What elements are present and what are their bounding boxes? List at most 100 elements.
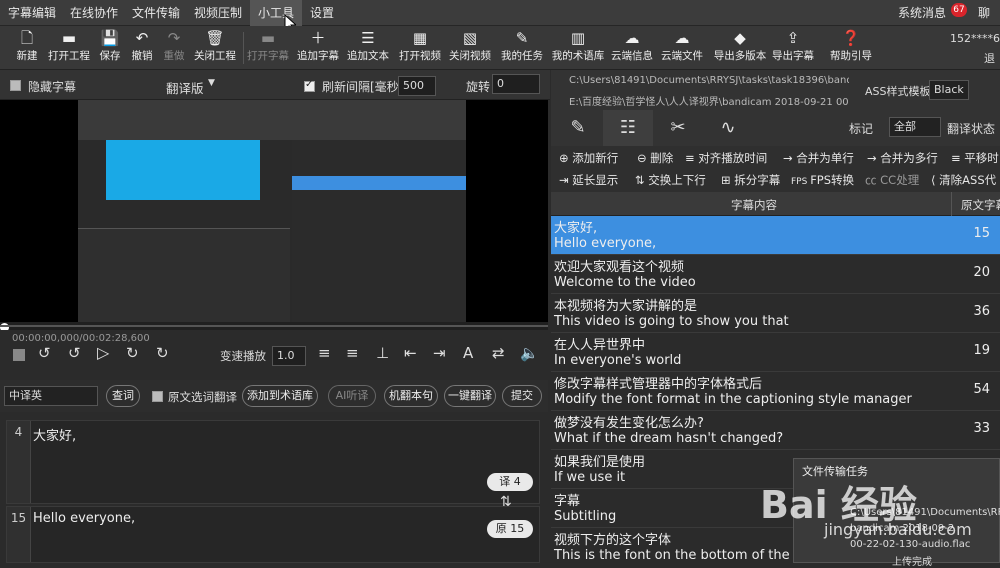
tab-tools[interactable]: ✂ (653, 110, 703, 146)
help-guide-button[interactable]: ❓ 帮助引导 (824, 28, 878, 68)
save-button[interactable]: 💾 保存 (92, 28, 128, 68)
file-path-2[interactable]: E:\百度经验\哲学怪人\人人译视界\bandicam 2018-09-21 0… (569, 93, 849, 108)
extend-display-button[interactable]: ⇥ 延长显示 (559, 172, 618, 188)
close-project-button[interactable]: 🗑 关闭工程 (192, 28, 238, 68)
undo-icon: ↶ (135, 29, 149, 47)
video-preview[interactable] (0, 100, 548, 322)
table-row[interactable]: 大家好, Hello everyone, 15 (551, 216, 1000, 255)
tab-chart[interactable]: ∿ (703, 110, 753, 146)
open-project-button[interactable]: ▬ 打开工程 (46, 28, 92, 68)
align-bottom-icon[interactable]: ⊥ (376, 344, 389, 362)
one-click-translate-button[interactable]: 一键翻译 (444, 385, 496, 407)
my-termbase-button[interactable]: ▥ 我的术语库 (550, 28, 606, 68)
volume-icon[interactable]: 🔈 (520, 344, 539, 362)
menu-video-compress[interactable]: 视频压制 (186, 0, 250, 26)
open-video-button[interactable]: ▦ 打开视频 (398, 28, 442, 68)
rewind-1s-icon[interactable]: ↺ (68, 344, 81, 362)
version-select[interactable]: 翻译版 (166, 78, 204, 97)
select-word-checkbox[interactable] (152, 391, 163, 402)
machine-translate-button[interactable]: 机翻本句 (384, 385, 438, 407)
translation-status-label[interactable]: 翻译状态 (947, 120, 995, 137)
chat-menu[interactable]: 聊天 (970, 0, 1000, 46)
redo-icon: ↷ (167, 29, 181, 47)
watermark-url: jingyan.baidu.com (824, 520, 972, 539)
align-time-button[interactable]: ≡ 对齐播放时间 (685, 150, 767, 166)
table-row[interactable]: 在人人异世界中 In everyone's world 19 (551, 333, 1000, 372)
align-middle-icon[interactable]: ≡ (346, 344, 359, 362)
hide-subtitles-checkbox[interactable] (10, 80, 21, 91)
menu-subtitle-edit[interactable]: 字幕编辑 (0, 0, 64, 26)
menu-online-collab[interactable]: 在线协作 (62, 0, 126, 26)
font-size-icon[interactable]: A (463, 344, 473, 362)
export-icon: ⇪ (786, 29, 800, 47)
translation-text[interactable]: 大家好, (33, 425, 76, 444)
player-controls: 00:00:00,000/00:02:28,600 ↺ ↺ ▷ ↻ ↻ 变速播放… (0, 330, 548, 378)
progress-bar[interactable] (0, 322, 548, 332)
add-to-termbase-button[interactable]: 添加到术语库 (242, 385, 318, 407)
redo-button[interactable]: ↷ 重做 (158, 28, 190, 68)
export-versions-button[interactable]: ◆ 导出多版本 (712, 28, 768, 68)
folder-icon: ▬ (260, 29, 276, 47)
submit-button[interactable]: 提交 (502, 385, 542, 407)
mark-filter-select[interactable]: 全部 (889, 117, 941, 137)
undo-button[interactable]: ↶ 撤销 (126, 28, 158, 68)
tab-subtitles[interactable]: ☷ (603, 110, 653, 146)
open-subtitle-button[interactable]: ▬ 打开字幕 (246, 28, 290, 68)
video-inner-selected-row (292, 176, 466, 190)
close-video-button[interactable]: ▧ 关闭视频 (448, 28, 492, 68)
delete-button[interactable]: ⊖ 删除 (637, 150, 673, 166)
cloud-info-button[interactable]: ☁ 云端信息 (610, 28, 654, 68)
new-button[interactable]: 🗋 新建 (6, 28, 48, 68)
stop-icon[interactable] (13, 349, 25, 361)
table-row[interactable]: 修改字幕样式管理器中的字体格式后 Modify the font format i… (551, 372, 1000, 411)
menu-settings[interactable]: 设置 (302, 0, 342, 26)
append-text-button[interactable]: ☰ 追加文本 (346, 28, 390, 68)
original-text[interactable]: Hello everyone, (33, 511, 135, 526)
shift-time-button[interactable]: ≡ 平移时 (951, 150, 999, 166)
translation-editor[interactable]: 4 大家好, 译 4 (6, 420, 540, 504)
table-row[interactable]: 本视频将为大家讲解的是 This video is going to show y… (551, 294, 1000, 333)
system-messages[interactable]: 系统消息 (890, 0, 954, 26)
move-left-icon[interactable]: ⇤ (404, 344, 417, 362)
split-subtitle-button[interactable]: ⊞ 拆分字幕 (721, 172, 780, 188)
add-line-button[interactable]: ⊕ 添加新行 (559, 150, 618, 166)
fps-convert-button[interactable]: FPS FPS转换 (791, 172, 854, 188)
cloud-files-button[interactable]: ☁ 云端文件 (660, 28, 704, 68)
refresh-interval-checkbox[interactable] (304, 79, 315, 92)
play-icon[interactable]: ▷ (97, 343, 109, 362)
ai-listen-button[interactable]: AI听译 (328, 385, 376, 407)
forward-3s-icon[interactable]: ↻ (156, 344, 169, 362)
rewind-3s-icon[interactable]: ↺ (38, 344, 51, 362)
my-tasks-button[interactable]: ✎ 我的任务 (500, 28, 544, 68)
refresh-interval-label: 刷新间隔[毫秒] (322, 80, 404, 94)
merge-single-button[interactable]: → 合并为单行 (783, 150, 854, 166)
tab-edit[interactable]: ✎ (553, 110, 603, 146)
forward-1s-icon[interactable]: ↻ (126, 344, 139, 362)
cc-process-button[interactable]: ㏄ CC处理 (865, 172, 919, 188)
swap-lines-button[interactable]: ⇅ 交换上下行 (635, 172, 706, 188)
speed-select[interactable]: 1.0 (272, 346, 306, 366)
clear-ass-button[interactable]: ⟨ 清除ASS代 (931, 172, 996, 188)
ass-template-select[interactable]: Black (929, 80, 969, 100)
lookup-button[interactable]: 查词 (106, 385, 140, 407)
logout-link[interactable]: 退 (984, 50, 995, 66)
swap-vertical-icon: ⇅ (635, 173, 649, 187)
cloud-icon: ☁ (624, 29, 640, 47)
merge-multi-button[interactable]: → 合并为多行 (867, 150, 938, 166)
original-editor[interactable]: 15 Hello everyone, 原 15 (6, 506, 540, 563)
swap-icon[interactable]: ⇄ (492, 344, 505, 362)
move-right-icon[interactable]: ⇥ (433, 344, 446, 362)
file-path-1[interactable]: C:\Users\81491\Documents\RRYSJ\tasks\tas… (569, 75, 849, 86)
export-subtitle-button[interactable]: ⇪ 导出字幕 (770, 28, 816, 68)
table-row[interactable]: 欢迎大家观看这个视频 Welcome to the video 20 (551, 255, 1000, 294)
language-select[interactable]: 中译英 (4, 386, 98, 406)
progress-track (0, 325, 548, 327)
menu-file-transfer[interactable]: 文件传输 (124, 0, 188, 26)
toolbar-divider (243, 32, 244, 64)
rotate-input[interactable]: 0 (492, 74, 540, 94)
refresh-interval-input[interactable]: 500 (398, 76, 436, 96)
align-top-icon[interactable]: ≡ (318, 344, 331, 362)
cc-icon: ㏄ (865, 173, 881, 187)
table-row[interactable]: 做梦没有发生变化怎么办? What if the dream hasn't cha… (551, 411, 1000, 450)
append-subtitle-button[interactable]: ＋追加字幕 (296, 28, 340, 68)
